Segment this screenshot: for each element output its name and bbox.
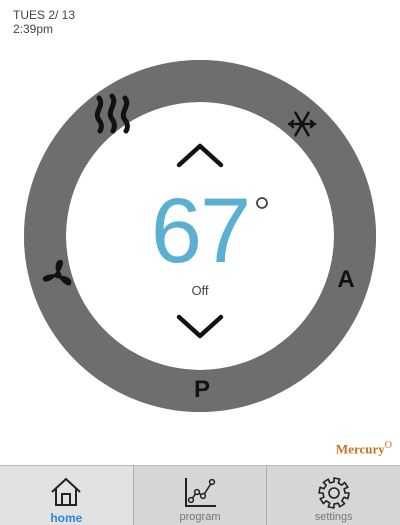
tab-settings-label: settings bbox=[314, 511, 353, 523]
degree-icon bbox=[256, 197, 268, 209]
tab-program[interactable]: program bbox=[132, 466, 267, 525]
tab-bar: home program settings bbox=[0, 465, 400, 525]
program-mode-label[interactable]: P bbox=[194, 376, 210, 403]
temperature-down-button[interactable] bbox=[172, 312, 228, 342]
chart-icon bbox=[185, 478, 216, 507]
mode-status: Off bbox=[191, 283, 209, 298]
temperature-up-button[interactable] bbox=[172, 140, 228, 170]
tab-home[interactable]: home bbox=[0, 466, 133, 525]
tab-settings[interactable]: settings bbox=[266, 466, 400, 525]
home-icon bbox=[51, 477, 82, 506]
brand-logo: MercuryO bbox=[335, 440, 392, 457]
tab-home-label: home bbox=[50, 511, 83, 525]
gear-icon bbox=[317, 477, 350, 509]
auto-mode-label[interactable]: A bbox=[337, 266, 354, 293]
temperature-display: 67 bbox=[150, 180, 251, 282]
tab-program-label: program bbox=[179, 511, 221, 523]
